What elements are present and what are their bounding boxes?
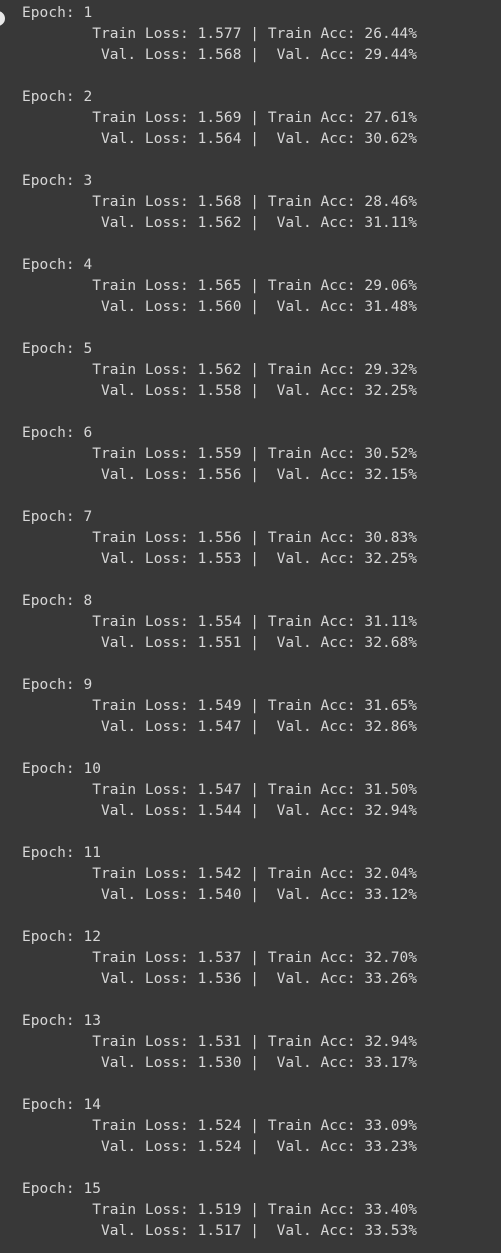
epoch-line: Epoch: 1 — [22, 5, 93, 21]
epoch-line: Epoch: 4 — [22, 257, 93, 273]
epoch-line: Epoch: 11 — [22, 845, 102, 861]
train-metrics-line: Train Loss: 1.559 | Train Acc: 30.52% — [22, 446, 418, 462]
epoch-block: Epoch: 2 Train Loss: 1.569 | Train Acc: … — [22, 87, 492, 171]
val-metrics-line: Val. Loss: 1.564 | Val. Acc: 30.62% — [22, 131, 418, 147]
epoch-block: Epoch: 6 Train Loss: 1.559 | Train Acc: … — [22, 423, 492, 507]
val-metrics-line: Val. Loss: 1.562 | Val. Acc: 31.11% — [22, 215, 418, 231]
val-metrics-line: Val. Loss: 1.556 | Val. Acc: 32.15% — [22, 467, 418, 483]
epoch-block: Epoch: 10 Train Loss: 1.547 | Train Acc:… — [22, 759, 492, 843]
val-metrics-line: Val. Loss: 1.544 | Val. Acc: 32.94% — [22, 803, 418, 819]
train-metrics-line: Train Loss: 1.519 | Train Acc: 33.40% — [22, 1202, 418, 1218]
train-metrics-line: Train Loss: 1.556 | Train Acc: 30.83% — [22, 530, 418, 546]
epoch-line: Epoch: 6 — [22, 425, 93, 441]
epoch-line: Epoch: 12 — [22, 929, 102, 945]
cell-output-indicator — [0, 11, 5, 26]
val-metrics-line: Val. Loss: 1.547 | Val. Acc: 32.86% — [22, 719, 418, 735]
epoch-line: Epoch: 5 — [22, 341, 93, 357]
epoch-line: Epoch: 10 — [22, 761, 102, 777]
epoch-block: Epoch: 13 Train Loss: 1.531 | Train Acc:… — [22, 1011, 492, 1095]
train-metrics-line: Train Loss: 1.577 | Train Acc: 26.44% — [22, 26, 418, 42]
val-metrics-line: Val. Loss: 1.540 | Val. Acc: 33.12% — [22, 887, 418, 903]
train-metrics-line: Train Loss: 1.524 | Train Acc: 33.09% — [22, 1118, 418, 1134]
train-metrics-line: Train Loss: 1.549 | Train Acc: 31.65% — [22, 698, 418, 714]
val-metrics-line: Val. Loss: 1.560 | Val. Acc: 31.48% — [22, 299, 418, 315]
epoch-block: Epoch: 9 Train Loss: 1.549 | Train Acc: … — [22, 675, 492, 759]
train-metrics-line: Train Loss: 1.569 | Train Acc: 27.61% — [22, 110, 418, 126]
epoch-block: Epoch: 11 Train Loss: 1.542 | Train Acc:… — [22, 843, 492, 927]
train-metrics-line: Train Loss: 1.531 | Train Acc: 32.94% — [22, 1034, 418, 1050]
epoch-line: Epoch: 9 — [22, 677, 93, 693]
val-metrics-line: Val. Loss: 1.536 | Val. Acc: 33.26% — [22, 971, 418, 987]
val-metrics-line: Val. Loss: 1.524 | Val. Acc: 33.23% — [22, 1139, 418, 1155]
training-log-output: Epoch: 1 Train Loss: 1.577 | Train Acc: … — [22, 3, 492, 1242]
val-metrics-line: Val. Loss: 1.568 | Val. Acc: 29.44% — [22, 47, 418, 63]
epoch-block: Epoch: 1 Train Loss: 1.577 | Train Acc: … — [22, 3, 492, 87]
epoch-block: Epoch: 12 Train Loss: 1.537 | Train Acc:… — [22, 927, 492, 1011]
train-metrics-line: Train Loss: 1.554 | Train Acc: 31.11% — [22, 614, 418, 630]
epoch-block: Epoch: 14 Train Loss: 1.524 | Train Acc:… — [22, 1095, 492, 1179]
val-metrics-line: Val. Loss: 1.558 | Val. Acc: 32.25% — [22, 383, 418, 399]
train-metrics-line: Train Loss: 1.565 | Train Acc: 29.06% — [22, 278, 418, 294]
epoch-block: Epoch: 15 Train Loss: 1.519 | Train Acc:… — [22, 1179, 492, 1242]
train-metrics-line: Train Loss: 1.537 | Train Acc: 32.70% — [22, 950, 418, 966]
epoch-line: Epoch: 2 — [22, 89, 93, 105]
val-metrics-line: Val. Loss: 1.553 | Val. Acc: 32.25% — [22, 551, 418, 567]
val-metrics-line: Val. Loss: 1.517 | Val. Acc: 33.53% — [22, 1223, 418, 1239]
epoch-block: Epoch: 8 Train Loss: 1.554 | Train Acc: … — [22, 591, 492, 675]
epoch-line: Epoch: 7 — [22, 509, 93, 525]
epoch-line: Epoch: 8 — [22, 593, 93, 609]
epoch-block: Epoch: 4 Train Loss: 1.565 | Train Acc: … — [22, 255, 492, 339]
epoch-line: Epoch: 3 — [22, 173, 93, 189]
epoch-line: Epoch: 13 — [22, 1013, 102, 1029]
train-metrics-line: Train Loss: 1.562 | Train Acc: 29.32% — [22, 362, 418, 378]
epoch-block: Epoch: 3 Train Loss: 1.568 | Train Acc: … — [22, 171, 492, 255]
val-metrics-line: Val. Loss: 1.551 | Val. Acc: 32.68% — [22, 635, 418, 651]
epoch-line: Epoch: 14 — [22, 1097, 102, 1113]
train-metrics-line: Train Loss: 1.547 | Train Acc: 31.50% — [22, 782, 418, 798]
train-metrics-line: Train Loss: 1.568 | Train Acc: 28.46% — [22, 194, 418, 210]
train-metrics-line: Train Loss: 1.542 | Train Acc: 32.04% — [22, 866, 418, 882]
epoch-block: Epoch: 7 Train Loss: 1.556 | Train Acc: … — [22, 507, 492, 591]
epoch-line: Epoch: 15 — [22, 1181, 102, 1197]
epoch-block: Epoch: 5 Train Loss: 1.562 | Train Acc: … — [22, 339, 492, 423]
val-metrics-line: Val. Loss: 1.530 | Val. Acc: 33.17% — [22, 1055, 418, 1071]
